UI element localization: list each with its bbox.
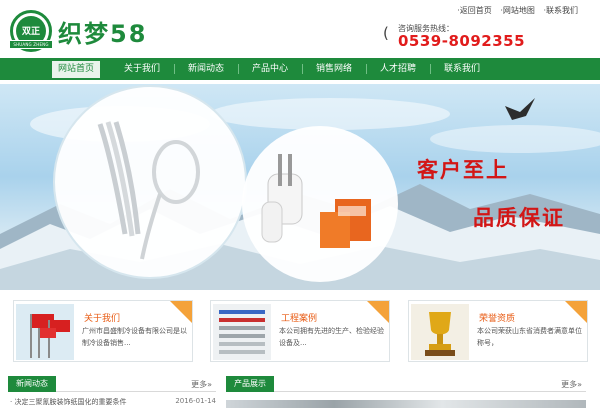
feature-title[interactable]: 荣誉资质 [479, 311, 515, 324]
slide-dots [283, 282, 319, 290]
top-links: ·返回首页 ·网站地图 ·联系我们 [451, 5, 578, 16]
feature-cases[interactable]: 工程案例 本公司拥有先进的生产、检验经验设备及... [210, 300, 390, 362]
nav-item-careers[interactable]: 人才招聘 [366, 58, 430, 80]
nav-item-sales-network[interactable]: 销售网络 [302, 58, 366, 80]
top-link-contact[interactable]: ·联系我们 [543, 6, 578, 15]
products-section-title[interactable]: 产品展示 [226, 376, 274, 392]
corner-ribbon [565, 301, 587, 323]
page: 双正 SHUANG ZHENG 织梦58 ·返回首页 ·网站地图 ·联系我们 (… [0, 0, 600, 408]
main-nav: 网站首页 关于我们 新闻动态 产品中心 销售网络 人才招聘 联系我们 [0, 58, 600, 80]
products-section-header: 产品展示 更多» [226, 376, 586, 392]
news-item-date: 2016-01-14 [175, 397, 216, 405]
flags-image [16, 304, 74, 360]
news-item-title[interactable]: · 决定三聚氰胺装饰纸国化的重要条件 [10, 398, 126, 406]
nav-item-home[interactable]: 网站首页 [52, 61, 100, 78]
corner-ribbon [367, 301, 389, 323]
banner-illustration [0, 85, 600, 290]
pipes-image [213, 304, 271, 360]
top-link-sitemap[interactable]: ·网站地图 [500, 6, 535, 15]
news-section-header: 新闻动态 更多» [8, 376, 216, 392]
products-more-link[interactable]: 更多» [561, 379, 582, 390]
news-list-item[interactable]: · 决定三聚氰胺装饰纸国化的重要条件 2016-01-14 [10, 397, 216, 407]
site-logo-text[interactable]: 织梦58 [58, 14, 147, 49]
top-link-home[interactable]: ·返回首页 [457, 6, 492, 15]
product-thumbnails[interactable] [226, 400, 586, 408]
logo-emblem[interactable]: 双正 SHUANG ZHENG [9, 10, 53, 52]
feature-title[interactable]: 关于我们 [84, 311, 120, 324]
trophy-image [411, 304, 469, 360]
feature-title[interactable]: 工程案例 [281, 311, 317, 324]
nav-item-contact[interactable]: 联系我们 [430, 58, 494, 80]
nav-item-about[interactable]: 关于我们 [110, 58, 174, 80]
logo-mark-text: 双正 [21, 27, 40, 37]
hero-banner[interactable]: 客户至上 品质保证 [0, 84, 600, 290]
news-section-title[interactable]: 新闻动态 [8, 376, 56, 392]
phone-icon: ( [383, 24, 389, 42]
feature-desc: 本公司荣获山东省消费者满意单位称号， [477, 327, 582, 347]
eagle-icon [505, 98, 535, 120]
hotline-number: 0539-8092355 [398, 32, 526, 50]
nav-item-products[interactable]: 产品中心 [238, 58, 302, 80]
news-more-link[interactable]: 更多» [191, 379, 212, 390]
header: 双正 SHUANG ZHENG 织梦58 ·返回首页 ·网站地图 ·联系我们 (… [0, 0, 600, 58]
logo-band-text: SHUANG ZHENG [13, 42, 49, 47]
nav-item-news[interactable]: 新闻动态 [174, 58, 238, 80]
logo-band: SHUANG ZHENG [9, 40, 53, 49]
corner-ribbon [170, 301, 192, 323]
feature-honors[interactable]: 荣誉资质 本公司荣获山东省消费者满意单位称号， [408, 300, 588, 362]
feature-about[interactable]: 关于我们 广州市昌盛制冷设备有限公司是以制冷设备销售... [13, 300, 193, 362]
feature-desc: 本公司拥有先进的生产、检验经验设备及... [279, 327, 384, 347]
banner-slogan-1: 客户至上 [417, 158, 509, 182]
banner-slogan-2: 品质保证 [473, 206, 565, 230]
feature-desc: 广州市昌盛制冷设备有限公司是以制冷设备销售... [82, 327, 187, 347]
